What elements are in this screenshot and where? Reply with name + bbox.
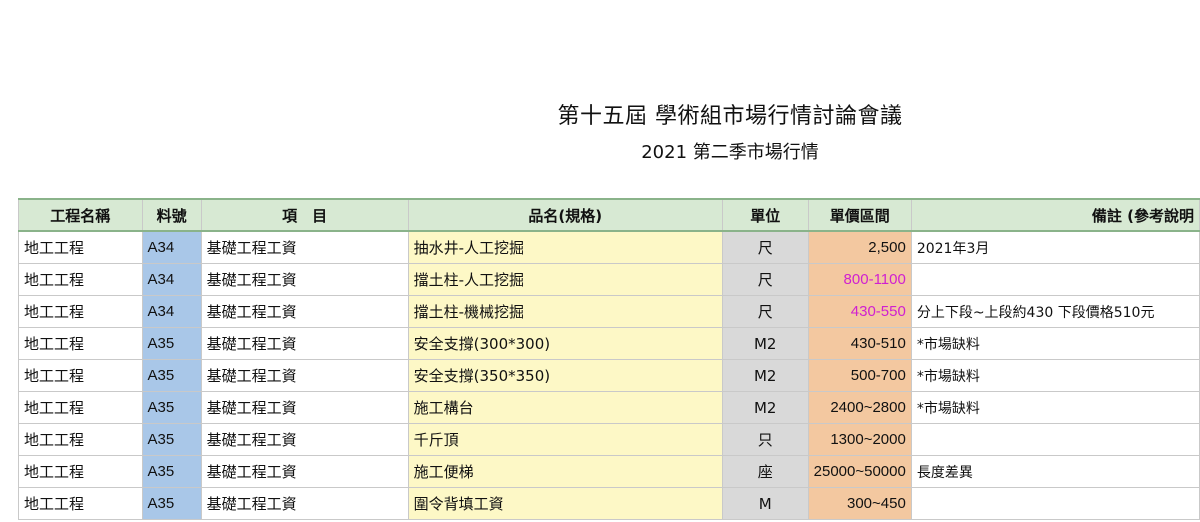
item-cell[interactable]: 基礎工程工資 — [200, 263, 409, 296]
unit-cell[interactable]: 尺 — [721, 295, 809, 328]
item-cell[interactable]: 基礎工程工資 — [200, 487, 409, 520]
price-cell[interactable]: 430-510 — [807, 327, 912, 360]
column-header-spec[interactable]: 品名(規格) — [407, 198, 723, 232]
header-row: 工程名稱 料號 項 目 品名(規格) 單位 單價區間 備註 (參考說明 — [18, 198, 1200, 232]
table-body: 地工工程 A34 基礎工程工資 抽水井-人工挖掘尺 2,500 2021年3月 地工工程 A3… — [18, 230, 1200, 520]
note-cell[interactable]: 2021年3月 — [910, 230, 1200, 264]
spec-cell[interactable]: 圍令背填工資 — [407, 487, 723, 520]
item-cell[interactable]: 基礎工程工資 — [200, 455, 409, 488]
table-row: 地工工程 A34 基礎工程工資 擋土柱-機械挖掘尺 430-550 分上下段~上段約430… — [18, 295, 1200, 328]
item-cell[interactable]: 基礎工程工資 — [200, 423, 409, 456]
code-cell[interactable]: A35 — [141, 455, 202, 488]
code-cell[interactable]: A35 — [141, 487, 202, 520]
note-cell[interactable]: *市場缺料 — [910, 327, 1200, 360]
column-header-price[interactable]: 單價區間 — [807, 198, 912, 232]
note-cell[interactable]: *市場缺料 — [910, 391, 1200, 424]
code-cell[interactable]: A34 — [141, 295, 202, 328]
code-cell[interactable]: A34 — [141, 263, 202, 296]
price-cell[interactable]: 500-700 — [807, 359, 912, 392]
code-cell[interactable]: A34 — [141, 230, 202, 264]
spec-cell[interactable]: 擋土柱-機械挖掘 — [407, 295, 723, 328]
project-cell[interactable]: 地工工程 — [18, 487, 143, 520]
page-subtitle: 2021 第二季市場行情 — [641, 142, 819, 163]
price-table: 工程名稱 料號 項 目 品名(規格) 單位 單價區間 備註 (參考說明 地工工程… — [18, 198, 1200, 520]
project-cell[interactable]: 地工工程 — [18, 327, 143, 360]
table-row: 地工工程 A35 基礎工程工資 施工構台 M2 2400~2800 *市場缺料 — [18, 391, 1200, 424]
project-cell[interactable]: 地工工程 — [18, 391, 143, 424]
price-cell[interactable]: 800-1100 — [807, 263, 912, 296]
unit-cell[interactable]: M2 — [721, 359, 809, 392]
item-cell[interactable]: 基礎工程工資 — [200, 295, 409, 328]
code-cell[interactable]: A35 — [141, 359, 202, 392]
table-row: 地工工程 A35 基礎工程工資 安全支撐(300*300) M2 430-510 *市場缺料 — [18, 327, 1200, 360]
note-cell[interactable] — [910, 263, 1200, 296]
note-cell[interactable] — [910, 487, 1200, 520]
table-row: 地工工程 A34 基礎工程工資 抽水井-人工挖掘尺 2,500 2021年3月 — [18, 230, 1200, 264]
note-cell[interactable]: 長度差異 — [910, 455, 1200, 488]
note-cell[interactable] — [910, 423, 1200, 456]
unit-cell[interactable]: M — [721, 487, 809, 520]
column-header-project[interactable]: 工程名稱 — [18, 198, 143, 232]
item-cell[interactable]: 基礎工程工資 — [200, 327, 409, 360]
spec-cell[interactable]: 施工構台 — [407, 391, 723, 424]
project-cell[interactable]: 地工工程 — [18, 359, 143, 392]
column-header-code[interactable]: 料號 — [141, 198, 202, 232]
unit-cell[interactable]: 座 — [721, 455, 809, 488]
page-title: 第十五屆 學術組市場行情討論會議 — [557, 104, 903, 129]
table-row: 地工工程 A35 基礎工程工資 安全支撐(350*350) M2 500-700 *市場缺料 — [18, 359, 1200, 392]
unit-cell[interactable]: 只 — [721, 423, 809, 456]
column-header-unit[interactable]: 單位 — [721, 198, 809, 232]
unit-cell[interactable]: 尺 — [721, 230, 809, 264]
item-cell[interactable]: 基礎工程工資 — [200, 359, 409, 392]
table-row: 地工工程 A35 基礎工程工資 千斤頂只 1300~2000 — [18, 423, 1200, 456]
note-cell[interactable]: 分上下段~上段約430 下段價格510元 — [910, 295, 1200, 328]
spec-cell[interactable]: 安全支撐(300*300) — [407, 327, 723, 360]
table-row: 地工工程 A35 基礎工程工資 施工便梯座 25000~50000 長度差異 — [18, 455, 1200, 488]
note-cell[interactable]: *市場缺料 — [910, 359, 1200, 392]
price-cell[interactable]: 430-550 — [807, 295, 912, 328]
price-cell[interactable]: 1300~2000 — [807, 423, 912, 456]
unit-cell[interactable]: M2 — [721, 327, 809, 360]
item-cell[interactable]: 基礎工程工資 — [200, 230, 409, 264]
spec-cell[interactable]: 千斤頂 — [407, 423, 723, 456]
project-cell[interactable]: 地工工程 — [18, 230, 143, 264]
spec-cell[interactable]: 安全支撐(350*350) — [407, 359, 723, 392]
item-cell[interactable]: 基礎工程工資 — [200, 391, 409, 424]
code-cell[interactable]: A35 — [141, 327, 202, 360]
code-cell[interactable]: A35 — [141, 391, 202, 424]
price-cell[interactable]: 2,500 — [807, 230, 912, 264]
price-cell[interactable]: 300~450 — [807, 487, 912, 520]
spec-cell[interactable]: 擋土柱-人工挖掘 — [407, 263, 723, 296]
table-row: 地工工程 A35 基礎工程工資 圍令背填工資 M 300~450 — [18, 487, 1200, 520]
project-cell[interactable]: 地工工程 — [18, 295, 143, 328]
unit-cell[interactable]: M2 — [721, 391, 809, 424]
table-row: 地工工程 A34 基礎工程工資 擋土柱-人工挖掘尺 800-1100 — [18, 263, 1200, 296]
project-cell[interactable]: 地工工程 — [18, 423, 143, 456]
column-header-item[interactable]: 項 目 — [200, 198, 409, 232]
spec-cell[interactable]: 抽水井-人工挖掘 — [407, 230, 723, 264]
project-cell[interactable]: 地工工程 — [18, 455, 143, 488]
spec-cell[interactable]: 施工便梯 — [407, 455, 723, 488]
unit-cell[interactable]: 尺 — [721, 263, 809, 296]
column-header-note[interactable]: 備註 (參考說明 — [910, 198, 1200, 232]
project-cell[interactable]: 地工工程 — [18, 263, 143, 296]
code-cell[interactable]: A35 — [141, 423, 202, 456]
price-cell[interactable]: 2400~2800 — [807, 391, 912, 424]
price-cell[interactable]: 25000~50000 — [807, 455, 912, 488]
